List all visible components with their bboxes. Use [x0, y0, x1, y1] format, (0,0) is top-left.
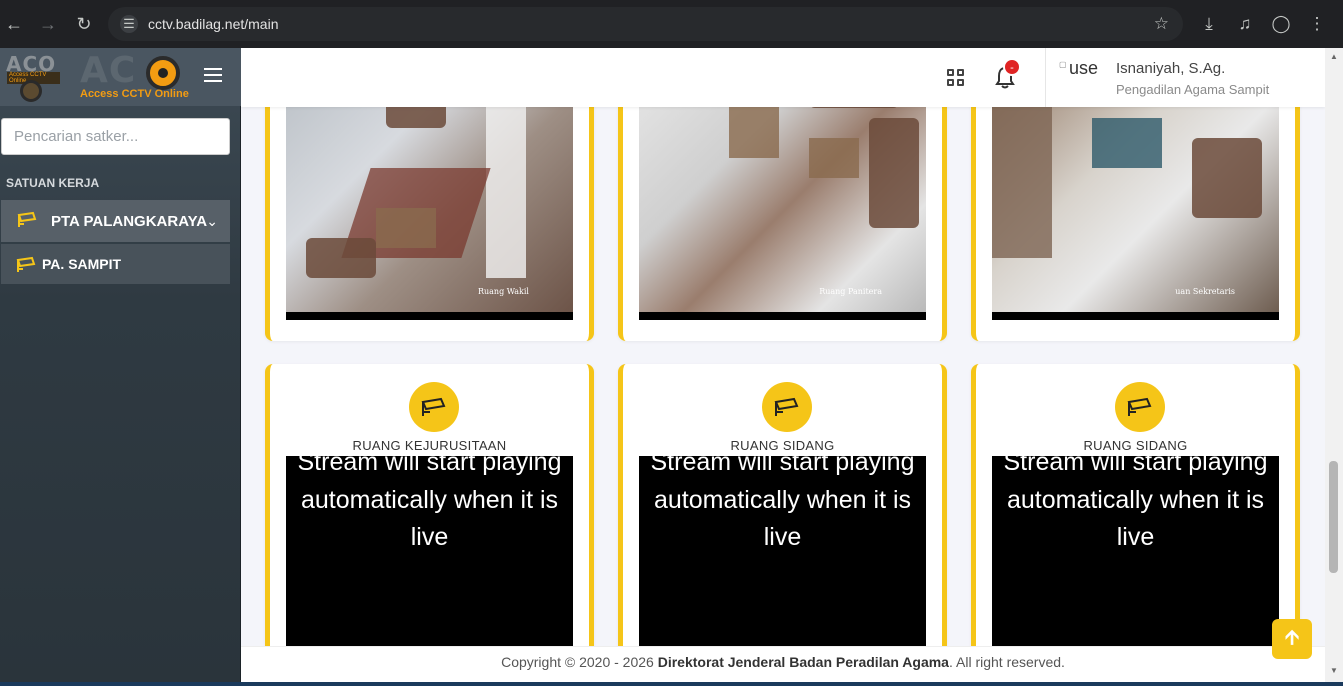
- download-icon[interactable]: ⤓: [1197, 12, 1221, 36]
- camera-feed[interactable]: Stream will start playing automatically …: [639, 448, 926, 656]
- bookmark-star-icon[interactable]: ☆: [1154, 14, 1169, 34]
- logo-subtitle: Access CCTV Online: [80, 88, 189, 100]
- scrollbar-thumb[interactable]: [1329, 461, 1338, 573]
- sidebar-item-label: PA. SAMPIT: [42, 256, 122, 272]
- reload-icon[interactable]: ↻: [72, 12, 96, 36]
- brand-header: ACO Access CCTV Online AC Access CCTV On…: [0, 48, 241, 106]
- avatar-alt-text: use: [1069, 58, 1099, 78]
- camera-card: RUANG KEJURUSITAAN Stream will start pla…: [265, 364, 594, 682]
- cctv-camera-icon: [1115, 382, 1165, 432]
- scroll-down-arrow-icon[interactable]: ▼: [1330, 666, 1338, 675]
- scroll-up-arrow-icon[interactable]: ▲: [1330, 52, 1338, 61]
- footer-org: Direktorat Jenderal Badan Peradilan Agam…: [657, 654, 949, 670]
- apps-grid-icon[interactable]: [947, 69, 965, 87]
- address-bar[interactable]: ☰ cctv.badilag.net/main ☆: [108, 7, 1183, 41]
- cctv-camera-icon: [762, 382, 812, 432]
- logo-eye-icon: [20, 80, 42, 102]
- broken-image-icon: ▢: [1059, 60, 1067, 69]
- stream-placeholder-text: Stream will start playing automatically …: [650, 448, 915, 551]
- menu-kebab-icon[interactable]: ⋮: [1305, 12, 1329, 36]
- footer: Copyright © 2020 - 2026 Direktorat Jende…: [241, 646, 1325, 682]
- cctv-camera-icon: [16, 256, 36, 272]
- camera-overlay-label: uan Sekretaris: [1175, 287, 1235, 296]
- chevron-down-icon: ⌄: [206, 213, 218, 229]
- sidebar-item-pta-palangkaraya[interactable]: PTA PALANGKARAYA ⌄: [1, 200, 230, 242]
- forward-icon[interactable]: →: [36, 12, 60, 36]
- divider: [1045, 48, 1046, 107]
- footer-suffix: . All right reserved.: [948, 654, 1065, 670]
- search-satker-input[interactable]: [1, 118, 230, 155]
- sidebar: ACO Access CCTV Online AC Access CCTV On…: [0, 48, 241, 682]
- footer-copyright: Copyright © 2020 - 2026: [501, 654, 658, 670]
- camera-overlay-label: Ruang Wakil: [477, 287, 529, 296]
- camera-card: RUANG SIDANG Stream will start playing a…: [971, 364, 1300, 682]
- user-name[interactable]: Isnaniyah, S.Ag.: [1116, 60, 1225, 77]
- logo[interactable]: AC Access CCTV Online: [80, 52, 190, 102]
- camera-overlay-label: Ruang Panitera: [819, 287, 882, 296]
- browser-toolbar: ← → ↻ ☰ cctv.badilag.net/main ☆ ⤓ ♫ ◯ ⋮: [0, 0, 1343, 48]
- page-scrollbar[interactable]: ▲ ▼: [1325, 48, 1343, 682]
- camera-feed[interactable]: Stream will start playing automatically …: [992, 448, 1279, 656]
- profile-icon[interactable]: ◯: [1269, 12, 1293, 36]
- logo-small: ACO Access CCTV Online: [6, 52, 60, 102]
- camera-card: RUANG SIDANG Stream will start playing a…: [618, 364, 947, 682]
- main-content: Ruang Wakil Ruang Panitera uan Sekretari…: [241, 48, 1325, 682]
- back-icon[interactable]: ←: [2, 12, 26, 36]
- url-text[interactable]: cctv.badilag.net/main: [148, 16, 278, 32]
- scroll-to-top-button[interactable]: 🡩: [1272, 619, 1312, 659]
- sidebar-item-pa-sampit[interactable]: PA. SAMPIT: [1, 244, 230, 284]
- taskbar-edge: [0, 682, 1343, 686]
- camera-feed[interactable]: Stream will start playing automatically …: [286, 448, 573, 656]
- media-icon[interactable]: ♫: [1233, 12, 1257, 36]
- user-organization: Pengadilan Agama Sampit: [1116, 82, 1270, 97]
- logo-eye-icon: [146, 56, 180, 90]
- stream-placeholder-text: Stream will start playing automatically …: [297, 448, 562, 551]
- hamburger-menu-icon[interactable]: [204, 68, 222, 82]
- top-navbar: - ▢ use Isnaniyah, S.Ag. Pengadilan Agama…: [241, 48, 1325, 107]
- cctv-camera-icon: [409, 382, 459, 432]
- stream-placeholder-text: Stream will start playing automatically …: [1003, 448, 1268, 551]
- section-label: SATUAN KERJA: [6, 176, 100, 190]
- site-info-icon[interactable]: ☰: [120, 15, 138, 33]
- sidebar-item-label: PTA PALANGKARAYA: [51, 213, 208, 230]
- notification-badge: -: [1003, 58, 1021, 76]
- cctv-camera-icon: [17, 211, 37, 227]
- avatar[interactable]: ▢ use: [1059, 58, 1103, 88]
